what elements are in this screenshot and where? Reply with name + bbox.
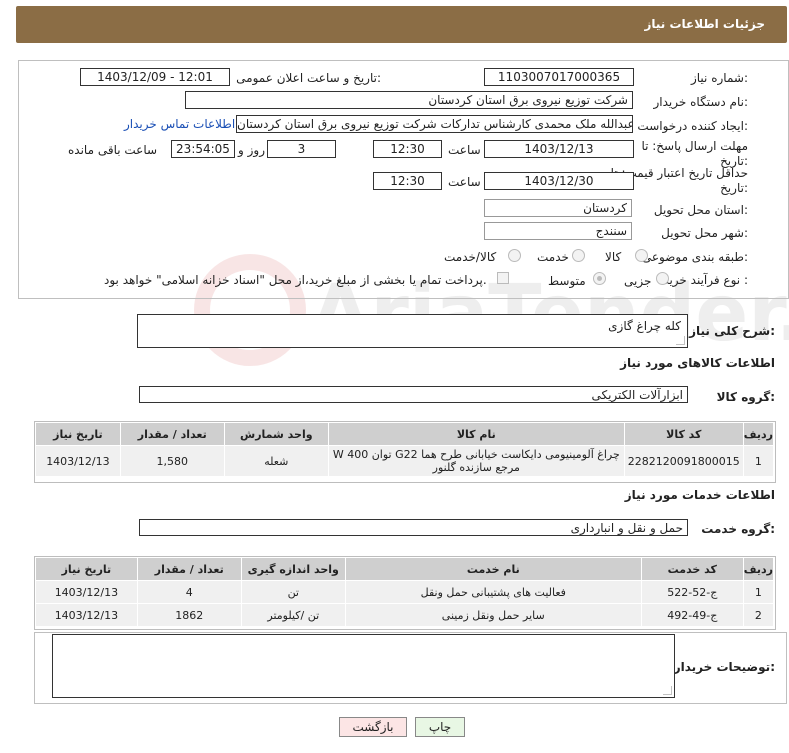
cell-name-line1: چراغ آلومینیومی دایکاست خیابانی طرح هما … <box>332 448 620 461</box>
cell-name: سایر حمل ونقل زمینی <box>344 603 642 627</box>
page-title: جزئیات اطلاعات نیاز <box>644 17 765 31</box>
cell-name-line2: مرجع سازنده گلنور <box>432 461 520 474</box>
summary-label: شرح کلی نیاز: <box>689 324 775 338</box>
table-row: 1 2282120091800015 چراغ آلومینیومی دایکا… <box>35 445 775 477</box>
category-radio-service[interactable] <box>572 249 585 262</box>
services-section-title: اطلاعات خدمات مورد نیاز <box>624 488 775 502</box>
announce-field: 1403/12/09 - 12:01 <box>80 68 230 86</box>
category-label: طبقه بندی موضوعی: <box>641 250 748 264</box>
purchase-radio-minor[interactable] <box>656 272 669 285</box>
cell-date: 1403/12/13 <box>35 445 121 477</box>
remaining-time-field: 23:54:05 <box>171 140 235 158</box>
deadline-label: مهلت ارسال پاسخ: تا تاریخ: <box>641 139 748 168</box>
resize-grip[interactable] <box>676 336 685 345</box>
deadline-time-label: ساعت <box>448 143 481 157</box>
cell-code: ج-52-522 <box>640 580 744 604</box>
resize-grip[interactable] <box>663 686 672 695</box>
summary-field: کله چراغ گازی <box>137 314 688 348</box>
creator-label: ایجاد کننده درخواست: <box>637 119 748 133</box>
col-header: تعداد / مقدار <box>136 557 242 581</box>
remaining-label: ساعت باقی مانده <box>68 143 158 157</box>
cell-name: چراغ آلومینیومی دایکاست خیابانی طرح هما … <box>327 445 625 477</box>
buyer-notes-field <box>52 634 675 698</box>
col-header: کد کالا <box>623 422 744 446</box>
col-header: واحد اندازه گیری <box>240 557 346 581</box>
cell-idx: 2 <box>742 603 775 627</box>
treasury-payment-note: پرداخت تمام یا بخشی از مبلغ خرید،از محل … <box>104 273 487 287</box>
creator-field: عبدالله ملک محمدی کارشناس تدارکات شرکت ت… <box>236 115 633 133</box>
col-header: ردیف <box>742 557 775 581</box>
buyer-contact-link[interactable]: اطلاعات تماس خریدار <box>124 117 235 131</box>
category-radio-goods[interactable] <box>635 249 648 262</box>
deadline-date-field: 1403/12/13 <box>484 140 634 158</box>
need-number-field: 1103007017000365 <box>484 68 634 86</box>
treasury-checkbox[interactable] <box>497 272 509 284</box>
col-header: نام کالا <box>327 422 625 446</box>
cell-idx: 1 <box>742 580 775 604</box>
validity-date-field: 1403/12/30 <box>484 172 634 190</box>
services-table-header: ردیف کد خدمت نام خدمت واحد اندازه گیری ت… <box>35 557 775 581</box>
city-field: سنندج <box>484 222 632 240</box>
deadline-time-field: 12:30 <box>373 140 442 158</box>
validity-time-field: 12:30 <box>373 172 442 190</box>
buyer-notes-label: توضیحات خریدار: <box>673 660 775 674</box>
need-number-label: شماره نیاز: <box>690 71 748 85</box>
goods-group-label: گروه کالا: <box>716 390 775 404</box>
table-row: 2 ج-49-492 سایر حمل ونقل زمینی تن /کیلوم… <box>35 603 775 627</box>
services-group-field: حمل و نقل و انبارداری <box>139 519 688 536</box>
summary-text: کله چراغ گازی <box>608 319 681 333</box>
cell-date: 1403/12/13 <box>35 603 138 627</box>
print-button[interactable]: چاپ <box>415 717 465 737</box>
table-row: 1 ج-52-522 فعالیت های پشتیبانی حمل ونقل … <box>35 580 775 604</box>
cell-idx: 1 <box>742 445 775 477</box>
services-table: ردیف کد خدمت نام خدمت واحد اندازه گیری ت… <box>35 557 775 627</box>
purchase-radio-medium[interactable] <box>593 272 606 285</box>
page-header: جزئیات اطلاعات نیاز <box>16 6 787 43</box>
cell-qty: 4 <box>136 580 242 604</box>
province-field: کردستان <box>484 199 632 217</box>
cell-date: 1403/12/13 <box>35 580 138 604</box>
purchase-option-minor: جزیی <box>624 274 652 288</box>
category-radio-goods-service[interactable] <box>508 249 521 262</box>
cell-qty: 1862 <box>136 603 242 627</box>
col-header: ردیف <box>742 422 775 446</box>
purchase-type-label: نوع فرآیند خرید : <box>663 273 748 287</box>
col-header: تاریخ نیاز <box>35 557 138 581</box>
goods-table-header: ردیف کد کالا نام کالا واحد شمارش تعداد /… <box>35 422 775 446</box>
cell-code: ج-49-492 <box>640 603 744 627</box>
goods-table: ردیف کد کالا نام کالا واحد شمارش تعداد /… <box>35 422 775 477</box>
cell-unit: تن <box>240 580 346 604</box>
cell-qty: 1,580 <box>119 445 225 477</box>
cell-code: 2282120091800015 <box>623 445 744 477</box>
col-header: تعداد / مقدار <box>119 422 225 446</box>
province-label: استان محل تحویل: <box>653 203 748 217</box>
category-option-goods-service: کالا/خدمت <box>444 250 497 264</box>
cell-unit: تن /کیلومتر <box>240 603 346 627</box>
days-label: روز و <box>238 143 265 157</box>
announce-label: تاریخ و ساعت اعلان عمومی: <box>236 71 381 85</box>
col-header: تاریخ نیاز <box>35 422 121 446</box>
city-label: شهر محل تحویل: <box>661 226 748 240</box>
col-header: نام خدمت <box>344 557 642 581</box>
days-field: 3 <box>267 140 336 158</box>
goods-group-field: ابزارآلات الکتریکی <box>139 386 688 403</box>
buyer-org-label: نام دستگاه خریدار: <box>653 95 749 109</box>
cell-unit: شعله <box>223 445 329 477</box>
back-button[interactable]: بازگشت <box>339 717 407 737</box>
col-header: واحد شمارش <box>223 422 329 446</box>
col-header: کد خدمت <box>640 557 744 581</box>
cell-name: فعالیت های پشتیبانی حمل ونقل <box>344 580 642 604</box>
buyer-org-field: شرکت توزیع نیروی برق استان کردستان <box>185 91 633 109</box>
services-group-label: گروه خدمت: <box>701 522 775 536</box>
goods-section-title: اطلاعات کالاهای مورد نیاز <box>620 356 775 370</box>
purchase-option-medium: متوسط <box>548 274 586 288</box>
category-option-service: خدمت <box>537 250 569 264</box>
category-option-goods: کالا <box>605 250 622 264</box>
validity-time-label: ساعت <box>448 175 481 189</box>
